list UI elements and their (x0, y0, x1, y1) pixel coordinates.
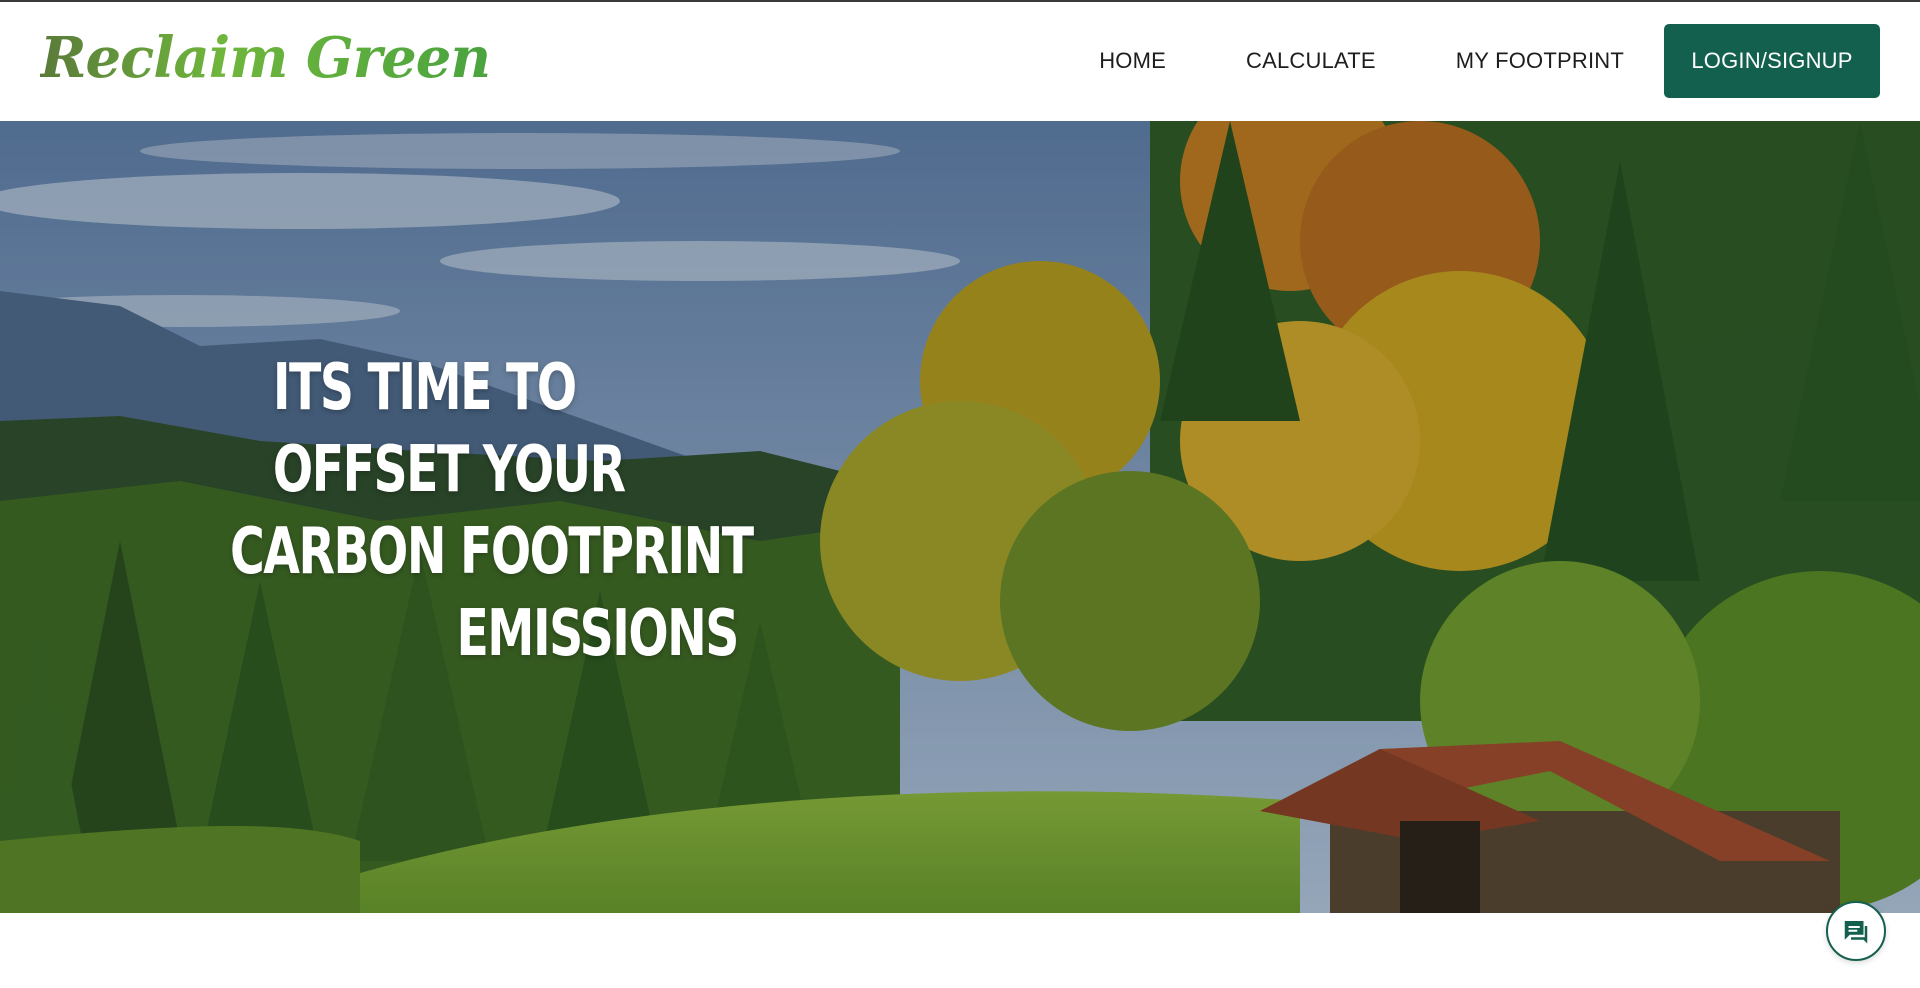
nav-home-link[interactable]: HOME (1099, 48, 1166, 74)
nav-my-footprint-link[interactable]: MY FOOTPRINT (1456, 48, 1624, 74)
chat-button[interactable] (1826, 901, 1886, 961)
login-signup-button[interactable]: LOGIN/SIGNUP (1664, 24, 1880, 98)
chat-bubble-icon (1844, 921, 1868, 944)
hero-section: ITS TIME TO OFFSET YOUR CARBON FOOTPRINT… (0, 121, 1920, 913)
site-header: Reclaim Green HOME CALCULATE MY FOOTPRIN… (0, 2, 1920, 121)
hero-line: ITS TIME TO (272, 351, 577, 425)
logo[interactable]: Reclaim Green (40, 20, 491, 96)
nav-calculate-link[interactable]: CALCULATE (1246, 48, 1376, 74)
hero-line: CARBON FOOTPRINT (230, 515, 754, 589)
hero-line: OFFSET YOUR (272, 433, 626, 507)
main-nav: HOME CALCULATE MY FOOTPRINT LOGIN/SIGNUP (1099, 24, 1880, 98)
hero-line: EMISSIONS (456, 597, 739, 671)
hero-headline: ITS TIME TO OFFSET YOUR CARBON FOOTPRINT… (230, 347, 754, 675)
